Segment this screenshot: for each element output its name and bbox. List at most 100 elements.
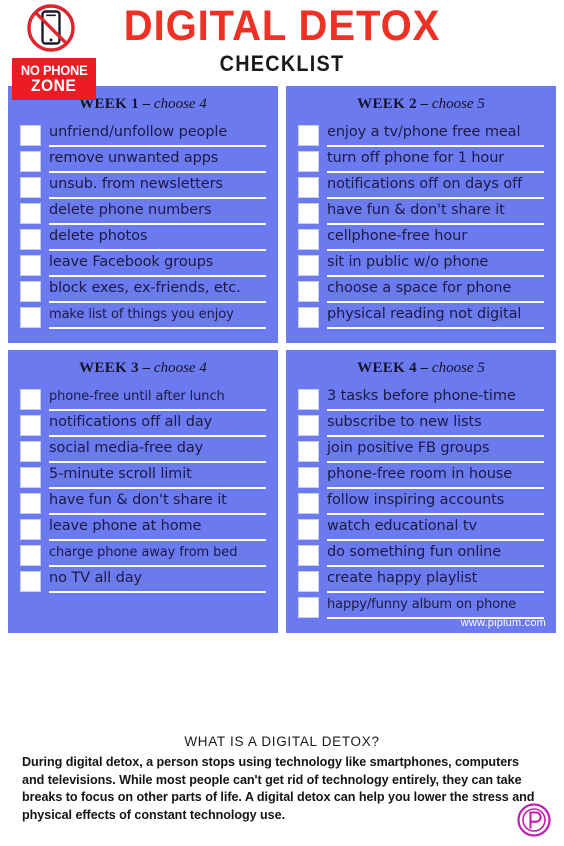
- checklist-item[interactable]: leave phone at home: [20, 517, 266, 541]
- checkbox[interactable]: [20, 415, 41, 436]
- checklist-item[interactable]: watch educational tv: [298, 517, 544, 541]
- checkbox[interactable]: [298, 415, 319, 436]
- checkbox[interactable]: [20, 467, 41, 488]
- page-subtitle: CHECKLIST: [219, 51, 345, 76]
- checkbox[interactable]: [298, 151, 319, 172]
- checklist-item[interactable]: have fun & don't share it: [298, 201, 544, 225]
- checkbox[interactable]: [298, 519, 319, 540]
- item-underline: follow inspiring accounts: [327, 491, 544, 515]
- checklist-item[interactable]: physical reading not digital: [298, 305, 544, 329]
- checkbox[interactable]: [298, 281, 319, 302]
- checklist-item[interactable]: social media-free day: [20, 439, 266, 463]
- checklist-item[interactable]: remove unwanted apps: [20, 149, 266, 173]
- checkbox[interactable]: [20, 519, 41, 540]
- checkbox[interactable]: [298, 571, 319, 592]
- checklist-item[interactable]: unfriend/unfollow people: [20, 123, 266, 147]
- checklist-item[interactable]: have fun & don't share it: [20, 491, 266, 515]
- item-label: notifications off on days off: [327, 176, 523, 192]
- checkbox[interactable]: [298, 203, 319, 224]
- checklist-item[interactable]: subscribe to new lists: [298, 413, 544, 437]
- checklist-item[interactable]: phone-free room in house: [298, 465, 544, 489]
- page-footer: WHAT IS A DIGITAL DETOX? During digital …: [0, 728, 564, 824]
- checkbox[interactable]: [20, 177, 41, 198]
- checkbox[interactable]: [298, 441, 319, 462]
- checkbox[interactable]: [298, 177, 319, 198]
- checklist-item[interactable]: charge phone away from bed: [20, 543, 266, 567]
- checklist-item[interactable]: happy/funny album on phone: [298, 595, 544, 619]
- checklist-item[interactable]: join positive FB groups: [298, 439, 544, 463]
- checklist-item[interactable]: phone-free until after lunch: [20, 387, 266, 411]
- checkbox[interactable]: [298, 493, 319, 514]
- checkbox[interactable]: [20, 203, 41, 224]
- checkbox[interactable]: [20, 307, 41, 328]
- item-underline: social media-free day: [49, 439, 266, 463]
- checklist-item[interactable]: leave Facebook groups: [20, 253, 266, 277]
- checkbox[interactable]: [20, 545, 41, 566]
- checkbox[interactable]: [298, 545, 319, 566]
- checkbox[interactable]: [20, 125, 41, 146]
- no-phone-zone-badge: NO PHONE ZONE: [6, 2, 104, 100]
- item-underline: charge phone away from bed: [49, 543, 266, 567]
- badge-line-2: ZONE: [31, 75, 77, 95]
- checklist-item[interactable]: make list of things you enjoy: [20, 305, 266, 329]
- item-underline: leave Facebook groups: [49, 253, 266, 277]
- checkbox[interactable]: [20, 571, 41, 592]
- item-underline: happy/funny album on phone: [327, 595, 544, 619]
- checklist-item[interactable]: 3 tasks before phone-time: [298, 387, 544, 411]
- checkbox[interactable]: [298, 125, 319, 146]
- checkbox[interactable]: [298, 229, 319, 250]
- piplum-p-logo: [517, 803, 551, 837]
- item-label: delete photos: [49, 228, 148, 244]
- item-label: choose a space for phone: [327, 280, 512, 296]
- item-underline: no TV all day: [49, 569, 266, 593]
- checklist-item[interactable]: sit in public w/o phone: [298, 253, 544, 277]
- checkbox[interactable]: [20, 281, 41, 302]
- checkbox[interactable]: [298, 467, 319, 488]
- checkbox[interactable]: [20, 229, 41, 250]
- checklist-item[interactable]: enjoy a tv/phone free meal: [298, 123, 544, 147]
- item-label: happy/funny album on phone: [327, 597, 517, 612]
- checkbox[interactable]: [298, 307, 319, 328]
- item-label: have fun & don't share it: [49, 492, 227, 508]
- item-label: turn off phone for 1 hour: [327, 150, 505, 166]
- checklist-item[interactable]: create happy playlist: [298, 569, 544, 593]
- checklist-item[interactable]: delete photos: [20, 227, 266, 251]
- item-underline: 3 tasks before phone-time: [327, 387, 544, 411]
- item-label: do something fun online: [327, 544, 502, 560]
- item-underline: have fun & don't share it: [49, 491, 266, 515]
- checklist-item[interactable]: delete phone numbers: [20, 201, 266, 225]
- checkbox[interactable]: [298, 597, 319, 618]
- item-label: join positive FB groups: [327, 440, 490, 456]
- no-phone-prohibition-icon: [27, 4, 75, 52]
- checkbox[interactable]: [298, 255, 319, 276]
- checkbox[interactable]: [298, 389, 319, 410]
- checkbox[interactable]: [20, 151, 41, 172]
- item-label: follow inspiring accounts: [327, 492, 505, 508]
- checklist-item[interactable]: unsub. from newsletters: [20, 175, 266, 199]
- item-label: create happy playlist: [327, 570, 478, 586]
- item-label: leave Facebook groups: [49, 254, 214, 270]
- item-label: subscribe to new lists: [327, 414, 482, 430]
- week-1-dash: –: [142, 96, 151, 112]
- item-label: enjoy a tv/phone free meal: [327, 124, 521, 140]
- checklist-item[interactable]: notifications off all day: [20, 413, 266, 437]
- item-label: sit in public w/o phone: [327, 254, 489, 270]
- checkbox[interactable]: [20, 493, 41, 514]
- checkbox[interactable]: [20, 389, 41, 410]
- week-4-dash: –: [420, 360, 429, 376]
- checklist-item[interactable]: cellphone-free hour: [298, 227, 544, 251]
- checklist-item[interactable]: block exes, ex-friends, etc.: [20, 279, 266, 303]
- checkbox[interactable]: [20, 255, 41, 276]
- checklist-item[interactable]: follow inspiring accounts: [298, 491, 544, 515]
- week-3-choose: choose 4: [153, 360, 207, 376]
- item-underline: choose a space for phone: [327, 279, 544, 303]
- item-label: remove unwanted apps: [49, 150, 219, 166]
- item-underline: notifications off all day: [49, 413, 266, 437]
- checklist-item[interactable]: do something fun online: [298, 543, 544, 567]
- checklist-item[interactable]: notifications off on days off: [298, 175, 544, 199]
- checklist-item[interactable]: turn off phone for 1 hour: [298, 149, 544, 173]
- checklist-item[interactable]: no TV all day: [20, 569, 266, 593]
- checklist-item[interactable]: choose a space for phone: [298, 279, 544, 303]
- checklist-item[interactable]: 5-minute scroll limit: [20, 465, 266, 489]
- checkbox[interactable]: [20, 441, 41, 462]
